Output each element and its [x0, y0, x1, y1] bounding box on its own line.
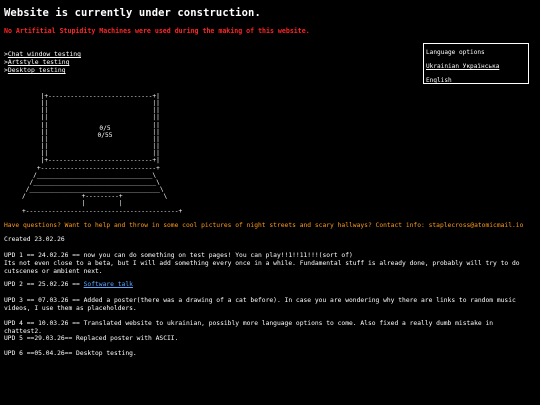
nav-item-chat: >Chat window testing	[4, 50, 81, 58]
terminal-screen-readout: 0/5 0/55	[83, 125, 127, 139]
language-english-link[interactable]: English	[426, 77, 452, 84]
update-6: UPD 6 ==05.04.26== Desktop testing.	[4, 350, 137, 357]
created-date: Created 23.02.26	[4, 236, 65, 243]
nav-item-desktop: >Desktop testing	[4, 66, 66, 75]
update-3: UPD 3 == 07.03.26 == Added a poster(ther…	[4, 297, 516, 312]
update-5: UPD 5 ==29.03.26== Replaced poster with …	[4, 335, 179, 342]
nav-links: >Chat window testing >Artstyle testing >…	[4, 50, 81, 75]
nav-item-artstyle: >Artstyle testing	[4, 58, 70, 67]
update-2: UPD 2 == 25.02.26 == Software talk	[4, 281, 534, 289]
language-options-panel: Language options Ukrainian Українська En…	[423, 43, 529, 84]
artstyle-testing-link[interactable]: Artstyle testing	[8, 58, 70, 66]
desktop-testing-link[interactable]: Desktop testing	[8, 66, 66, 74]
page-title: Website is currently under construction.	[4, 7, 261, 19]
language-options-heading: Language options	[426, 49, 485, 56]
software-talk-link[interactable]: Software talk	[84, 281, 133, 288]
update-4: UPD 4 == 10.03.26 == Translated website …	[4, 320, 494, 335]
score-line-2: 0/55	[97, 132, 113, 140]
chat-window-testing-link[interactable]: Chat window testing	[8, 50, 81, 58]
update-2-prefix: UPD 2 == 25.02.26 ==	[4, 281, 84, 288]
update-1: UPD 1 == 24.02.26 == now you can do some…	[4, 252, 520, 275]
page-subtitle: No Artifitial Stupidity Machines were us…	[4, 27, 310, 35]
ascii-laptop-art: |+----------------------------+| || || |…	[22, 93, 183, 215]
score-line-1: 0/5	[99, 125, 111, 132]
language-ukrainian-link[interactable]: Ukrainian Українська	[426, 63, 499, 70]
contact-info: Have questions? Want to help and throw i…	[4, 222, 524, 229]
